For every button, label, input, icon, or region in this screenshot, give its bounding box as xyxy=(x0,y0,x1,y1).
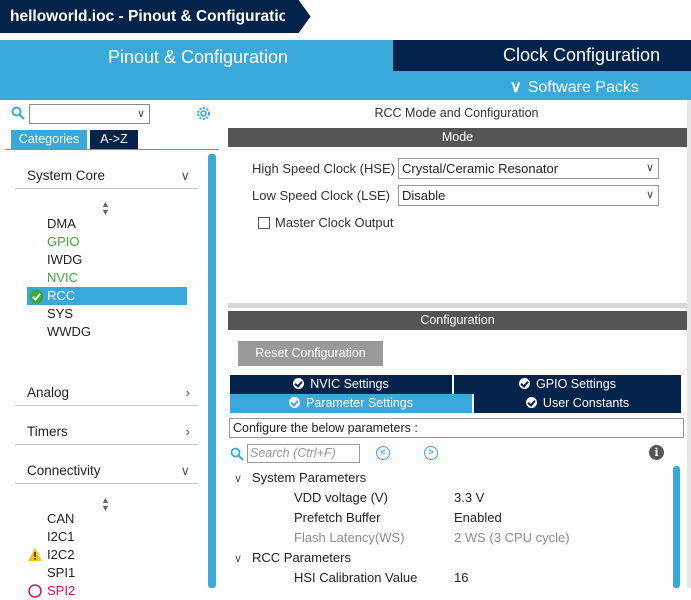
lse-label: Low Speed Clock (LSE) xyxy=(252,188,391,203)
param-name-vdd: VDD voltage (V) xyxy=(294,490,388,505)
tab-user-constants[interactable]: User Constants xyxy=(474,394,681,413)
category-scrollbar[interactable] xyxy=(208,154,216,588)
window-edge xyxy=(687,100,691,588)
category-timers[interactable]: Timers › xyxy=(15,419,198,445)
list-item-spi1[interactable]: SPI1 xyxy=(47,564,75,582)
parameter-scrollbar[interactable] xyxy=(673,466,680,588)
parameter-search-input[interactable]: Search (Ctrl+F) xyxy=(247,444,360,463)
next-match-icon[interactable]: > xyxy=(424,446,438,460)
tab-nvic-settings[interactable]: NVIC Settings xyxy=(230,375,452,394)
hse-label: High Speed Clock (HSE) xyxy=(252,161,396,176)
sort-icon[interactable]: ▲ ▼ xyxy=(101,496,110,513)
category-analog[interactable]: Analog › xyxy=(15,380,198,406)
warning-icon xyxy=(28,548,42,561)
breadcrumb-arrow-icon xyxy=(285,0,311,33)
param-name-flash-latency: Flash Latency(WS) xyxy=(294,530,405,545)
status-circle-icon xyxy=(28,584,42,598)
tab-label: NVIC Settings xyxy=(310,377,389,391)
previous-match-icon[interactable]: < xyxy=(376,446,390,460)
list-item-label: RCC xyxy=(47,288,76,303)
tab-label: Parameter Settings xyxy=(306,396,413,410)
tab-pinout-configuration[interactable]: Pinout & Configuration xyxy=(5,40,391,74)
check-circle-icon xyxy=(293,378,305,389)
hse-select[interactable]: Crystal/Ceramic Resonator ∨ xyxy=(398,158,659,179)
param-value-hsi-calibration[interactable]: 16 xyxy=(454,570,468,585)
gear-icon[interactable] xyxy=(195,105,212,122)
chevron-down-icon: ∨ xyxy=(136,108,145,120)
tab-parameter-settings[interactable]: Parameter Settings xyxy=(230,394,472,413)
lse-select[interactable]: Disable ∨ xyxy=(398,185,659,206)
configure-hint: Configure the below parameters : xyxy=(229,418,684,438)
check-circle-icon xyxy=(519,378,531,389)
list-item-dma[interactable]: DMA xyxy=(47,215,76,233)
software-packs-label: Software Packs xyxy=(527,79,639,96)
category-label: Timers xyxy=(27,424,68,439)
list-item-iwdg[interactable]: IWDG xyxy=(47,251,82,269)
group-label: RCC Parameters xyxy=(252,550,351,565)
check-circle-icon xyxy=(29,289,44,304)
tab-label: User Constants xyxy=(542,396,630,410)
tab-a-to-z[interactable]: A->Z xyxy=(90,130,138,149)
top-tab-bar: Pinout & Configuration Clock Configurati… xyxy=(0,40,691,100)
check-circle-icon xyxy=(289,397,300,408)
category-panel: ∨ Categories A->Z System Core ∨ ▲ ▼ DMA G… xyxy=(5,100,219,598)
collapse-icon: ∨ xyxy=(234,473,243,485)
list-item-i2c2[interactable]: I2C2 xyxy=(47,546,74,564)
list-item-sys[interactable]: SYS xyxy=(47,305,73,323)
lse-value: Disable xyxy=(402,188,446,203)
info-icon[interactable]: i xyxy=(649,445,664,460)
category-label: Connectivity xyxy=(27,463,101,478)
tab-clock-configuration[interactable]: Clock Configuration xyxy=(393,40,691,71)
list-item-gpio[interactable]: GPIO xyxy=(47,233,80,251)
param-name-prefetch: Prefetch Buffer xyxy=(294,510,381,525)
list-item-i2c1[interactable]: I2C1 xyxy=(47,528,74,546)
group-label: System Parameters xyxy=(252,470,367,485)
search-icon xyxy=(230,447,244,461)
tab-gpio-settings[interactable]: GPIO Settings xyxy=(454,375,681,394)
category-connectivity[interactable]: Connectivity ∨ xyxy=(15,458,198,484)
master-clock-output-checkbox[interactable] xyxy=(258,217,270,229)
sort-icon[interactable]: ▲ ▼ xyxy=(101,200,110,217)
category-label: Analog xyxy=(27,385,70,400)
param-value-prefetch[interactable]: Enabled xyxy=(454,510,502,525)
hse-value: Crystal/Ceramic Resonator xyxy=(402,161,559,176)
chevron-right-icon: › xyxy=(185,385,190,400)
collapse-icon: ∨ xyxy=(234,553,243,565)
chevron-down-icon: ∨ xyxy=(645,189,654,201)
software-packs-menu[interactable]: ∨ Software Packs xyxy=(510,75,639,100)
list-item-wwdg[interactable]: WWDG xyxy=(47,323,91,341)
configuration-header: Configuration xyxy=(228,311,687,330)
master-clock-output-label: Master Clock Output xyxy=(275,215,394,230)
chevron-down-icon: ∨ xyxy=(645,162,654,174)
chevron-down-icon: ∨ xyxy=(180,168,190,183)
breadcrumb: helloworld.ioc - Pinout & Configuration xyxy=(0,0,691,33)
group-rcc-parameters[interactable]: ∨ RCC Parameters xyxy=(234,550,351,565)
reset-configuration-button[interactable]: Reset Configuration xyxy=(238,341,383,366)
list-item-spi2[interactable]: SPI2 xyxy=(47,582,75,600)
list-item-can[interactable]: CAN xyxy=(47,510,74,528)
param-value-flash-latency: 2 WS (3 CPU cycle) xyxy=(454,530,570,545)
tab-label: GPIO Settings xyxy=(536,377,616,391)
search-combo[interactable]: ∨ xyxy=(29,104,150,124)
rcc-config-panel: RCC Mode and Configuration Mode High Spe… xyxy=(226,100,691,588)
panel-title: RCC Mode and Configuration xyxy=(374,106,539,120)
breadcrumb-file[interactable]: helloworld.ioc - Pinout & Configuration xyxy=(0,0,298,33)
param-name-hsi-calibration: HSI Calibration Value xyxy=(294,570,418,585)
list-item-nvic[interactable]: NVIC xyxy=(47,269,78,287)
chevron-right-icon: › xyxy=(185,424,190,439)
chevron-down-icon: ∨ xyxy=(180,463,190,478)
panel-splitter[interactable] xyxy=(228,303,687,308)
category-system-core[interactable]: System Core ∨ xyxy=(15,163,198,189)
list-item-rcc[interactable]: RCC xyxy=(27,287,187,305)
param-value-vdd[interactable]: 3.3 V xyxy=(454,490,484,505)
search-icon[interactable] xyxy=(11,106,25,120)
category-label: System Core xyxy=(27,168,106,183)
mode-header: Mode xyxy=(228,128,687,147)
tab-categories[interactable]: Categories xyxy=(11,130,87,149)
group-system-parameters[interactable]: ∨ System Parameters xyxy=(234,470,366,485)
tab-underline xyxy=(5,149,219,150)
check-circle-icon xyxy=(525,397,537,408)
chevron-down-icon: ∨ xyxy=(510,79,522,96)
